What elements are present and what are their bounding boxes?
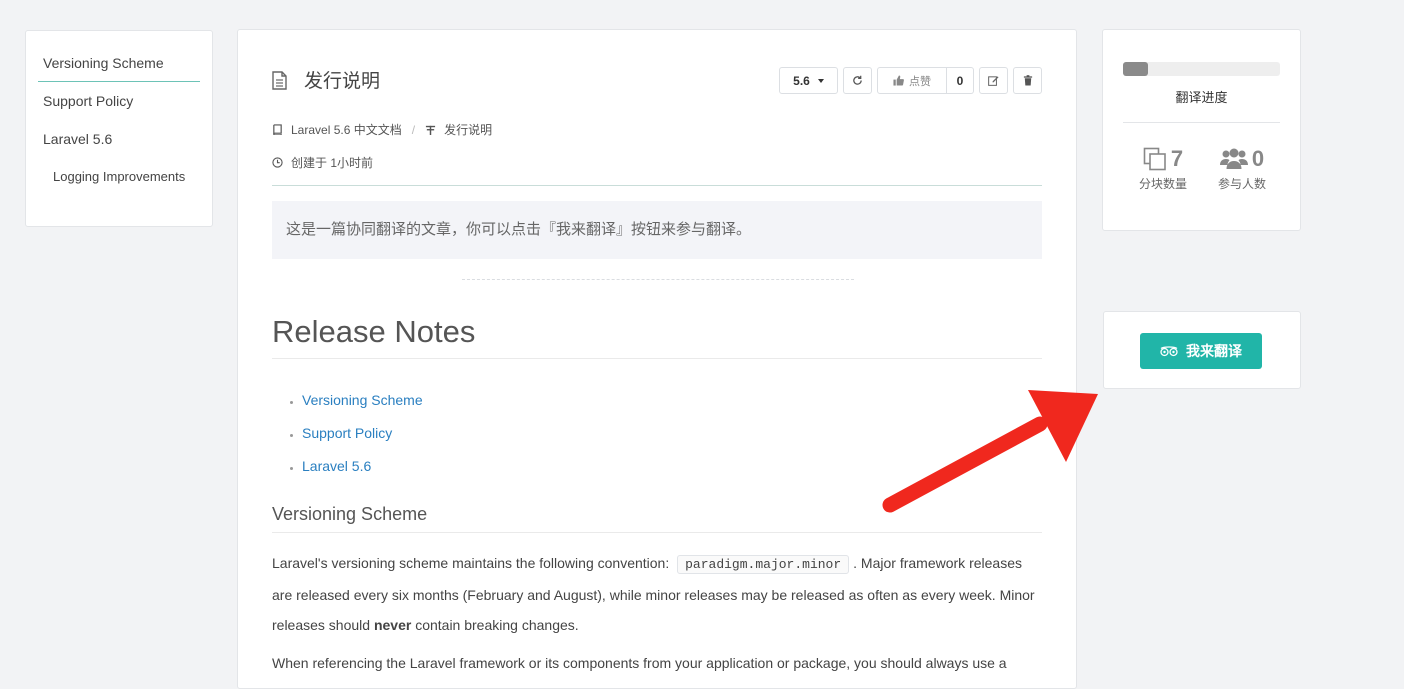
trash-icon (1023, 75, 1032, 86)
edit-icon (988, 76, 999, 86)
edit-button[interactable] (979, 67, 1008, 94)
like-count: 0 (947, 67, 974, 94)
link-laravel-56[interactable]: Laravel 5.6 (302, 458, 371, 474)
delete-button[interactable] (1013, 67, 1042, 94)
translation-progress-card: 翻译进度 7 分块数量 0 参与人数 (1102, 29, 1301, 231)
breadcrumb: Laravel 5.6 中文文档 / 发行说明 (272, 121, 492, 138)
meta-divider (272, 185, 1042, 186)
list-item: Versioning Scheme (302, 385, 423, 418)
inline-code: paradigm.major.minor (677, 555, 850, 574)
article-link-list: Versioning Scheme Support Policy Laravel… (286, 385, 423, 484)
participants-count: 0 (1251, 146, 1265, 171)
toc-item-support-policy[interactable]: Support Policy (38, 82, 200, 120)
participants-stat: 0 参与人数 (1202, 146, 1282, 192)
breadcrumb-chapter[interactable]: 发行说明 (444, 121, 492, 138)
link-support-policy[interactable]: Support Policy (302, 425, 392, 441)
collaboration-notice: 这是一篇协同翻译的文章，你可以点击『我来翻译』按钮来参与翻译。 (272, 201, 1042, 259)
tripadvisor-icon (1160, 345, 1178, 356)
chunks-count: 7 (1170, 146, 1184, 171)
list-item: Support Policy (302, 418, 423, 451)
document-icon (272, 71, 287, 90)
progress-bar (1123, 62, 1280, 76)
chevron-down-icon (817, 78, 824, 83)
participants-label: 参与人数 (1217, 177, 1266, 191)
list-item: Laravel 5.6 (302, 451, 423, 484)
title-row: 发行说明 5.6 点赞 0 (272, 67, 1042, 96)
article-toolbar: 5.6 点赞 0 (779, 67, 1042, 94)
chunks-label: 分块数量 (1138, 177, 1187, 191)
progress-bar-fill (1123, 62, 1149, 76)
translate-card: 我来翻译 (1103, 311, 1301, 389)
dashed-divider (462, 279, 854, 280)
translate-button[interactable]: 我来翻译 (1140, 333, 1262, 369)
refresh-icon (853, 75, 862, 85)
version-value: 5.6 (793, 73, 810, 88)
link-versioning-scheme[interactable]: Versioning Scheme (302, 392, 423, 408)
progress-label: 翻译进度 (1175, 90, 1228, 105)
toc-item-versioning-scheme[interactable]: Versioning Scheme (38, 53, 200, 82)
breadcrumb-book[interactable]: Laravel 5.6 中文文档 (291, 121, 402, 138)
para-text: contain breaking changes. (415, 617, 579, 633)
article-heading: Release Notes (272, 310, 1042, 359)
clock-icon (272, 157, 283, 168)
refresh-button[interactable] (843, 67, 872, 94)
users-icon (1219, 148, 1248, 169)
toc-item-laravel-56[interactable]: Laravel 5.6 (38, 120, 200, 158)
table-of-contents: Versioning Scheme Support Policy Laravel… (25, 30, 213, 227)
copy-icon (1143, 147, 1166, 171)
breadcrumb-separator: / (411, 122, 416, 137)
paragraph-versioning: Laravel's versioning scheme maintains th… (272, 548, 1042, 640)
thumbs-up-icon (893, 75, 904, 86)
page-title: 发行说明 (304, 71, 381, 92)
created-time: 创建于 1小时前 (272, 154, 373, 171)
para-text: Laravel's versioning scheme maintains th… (272, 555, 670, 571)
version-select[interactable]: 5.6 (779, 67, 838, 94)
progress-divider (1123, 122, 1280, 123)
translate-button-label: 我来翻译 (1186, 343, 1242, 359)
like-group: 点赞 0 (877, 67, 974, 94)
chunks-stat: 7 分块数量 (1123, 146, 1203, 192)
like-button[interactable]: 点赞 (877, 67, 947, 94)
like-label: 点赞 (909, 75, 931, 88)
created-text: 创建于 1小时前 (291, 156, 374, 170)
toc-item-logging-improvements[interactable]: Logging Improvements (38, 158, 200, 196)
chapter-icon (425, 125, 436, 135)
book-icon (273, 124, 282, 135)
article-card: 发行说明 5.6 点赞 0 Laravel 5.6 中文文档 / 发行说明 创建… (237, 29, 1077, 689)
red-arrow-annotation (882, 390, 1098, 513)
bold-text: never (373, 617, 412, 633)
